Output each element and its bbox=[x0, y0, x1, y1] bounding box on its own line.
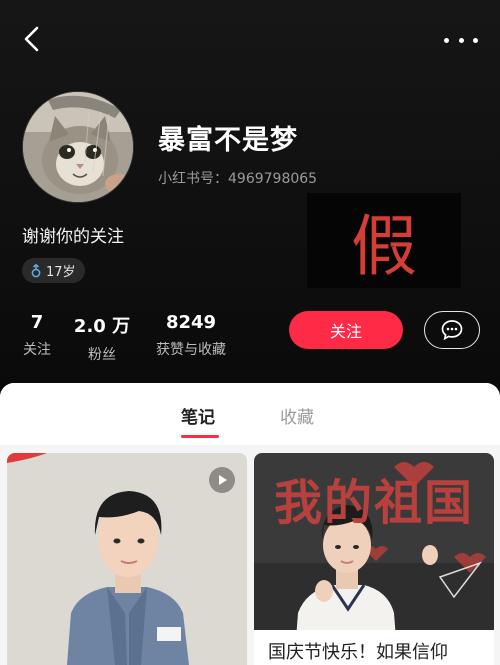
stat-likes[interactable]: 8249 获赞与收藏 bbox=[150, 312, 232, 359]
message-button[interactable] bbox=[424, 311, 480, 349]
age-tag: 17岁 bbox=[22, 258, 85, 283]
male-gender-icon bbox=[31, 263, 41, 277]
profile-tabs: 笔记 收藏 bbox=[0, 383, 500, 445]
note-title: 国庆节快乐！如果信仰 bbox=[254, 630, 494, 665]
likes-count: 8249 bbox=[165, 312, 217, 333]
bio-text: 谢谢你的关注 bbox=[22, 227, 124, 247]
tab-notes[interactable]: 笔记 bbox=[181, 403, 215, 428]
following-count: 7 bbox=[30, 312, 44, 333]
stat-following[interactable]: 7 关注 bbox=[22, 312, 52, 359]
stat-fans[interactable]: 2.0 万 粉丝 bbox=[70, 312, 134, 364]
cat-avatar-image bbox=[23, 92, 133, 202]
likes-label: 获赞与收藏 bbox=[156, 342, 226, 358]
fans-label: 粉丝 bbox=[88, 347, 116, 363]
fans-count: 2.0 万 bbox=[73, 316, 131, 337]
notes-panel: 笔记 收藏 我的祖国 国庆节快乐！如果信仰 bbox=[0, 383, 500, 665]
user-id: 小红书号：4969798065 bbox=[158, 171, 318, 187]
avatar[interactable] bbox=[22, 91, 134, 203]
back-arrow-icon bbox=[24, 26, 39, 52]
board-lettering: 我的祖国 bbox=[273, 475, 474, 531]
more-dots-icon bbox=[444, 37, 449, 43]
tab-collections[interactable]: 收藏 bbox=[280, 403, 314, 428]
age-text: 17岁 bbox=[46, 265, 76, 280]
chat-bubble-icon bbox=[441, 320, 463, 341]
note-card[interactable]: 我的祖国 国庆节快乐！如果信仰 bbox=[254, 453, 494, 665]
fake-watermark: 假 bbox=[307, 193, 461, 288]
username: 暴富不是梦 bbox=[158, 125, 298, 156]
back-button[interactable] bbox=[18, 24, 48, 54]
more-options-button[interactable] bbox=[444, 30, 478, 50]
following-label: 关注 bbox=[23, 342, 51, 358]
fake-label: 假 bbox=[351, 207, 417, 285]
note-card[interactable] bbox=[7, 453, 247, 665]
profile-header: 暴富不是梦 小红书号：4969798065 假 谢谢你的关注 17岁 7 关注 … bbox=[0, 0, 500, 395]
active-tab-indicator bbox=[181, 435, 219, 438]
follow-button[interactable]: 关注 bbox=[289, 311, 403, 349]
play-icon bbox=[209, 467, 235, 493]
